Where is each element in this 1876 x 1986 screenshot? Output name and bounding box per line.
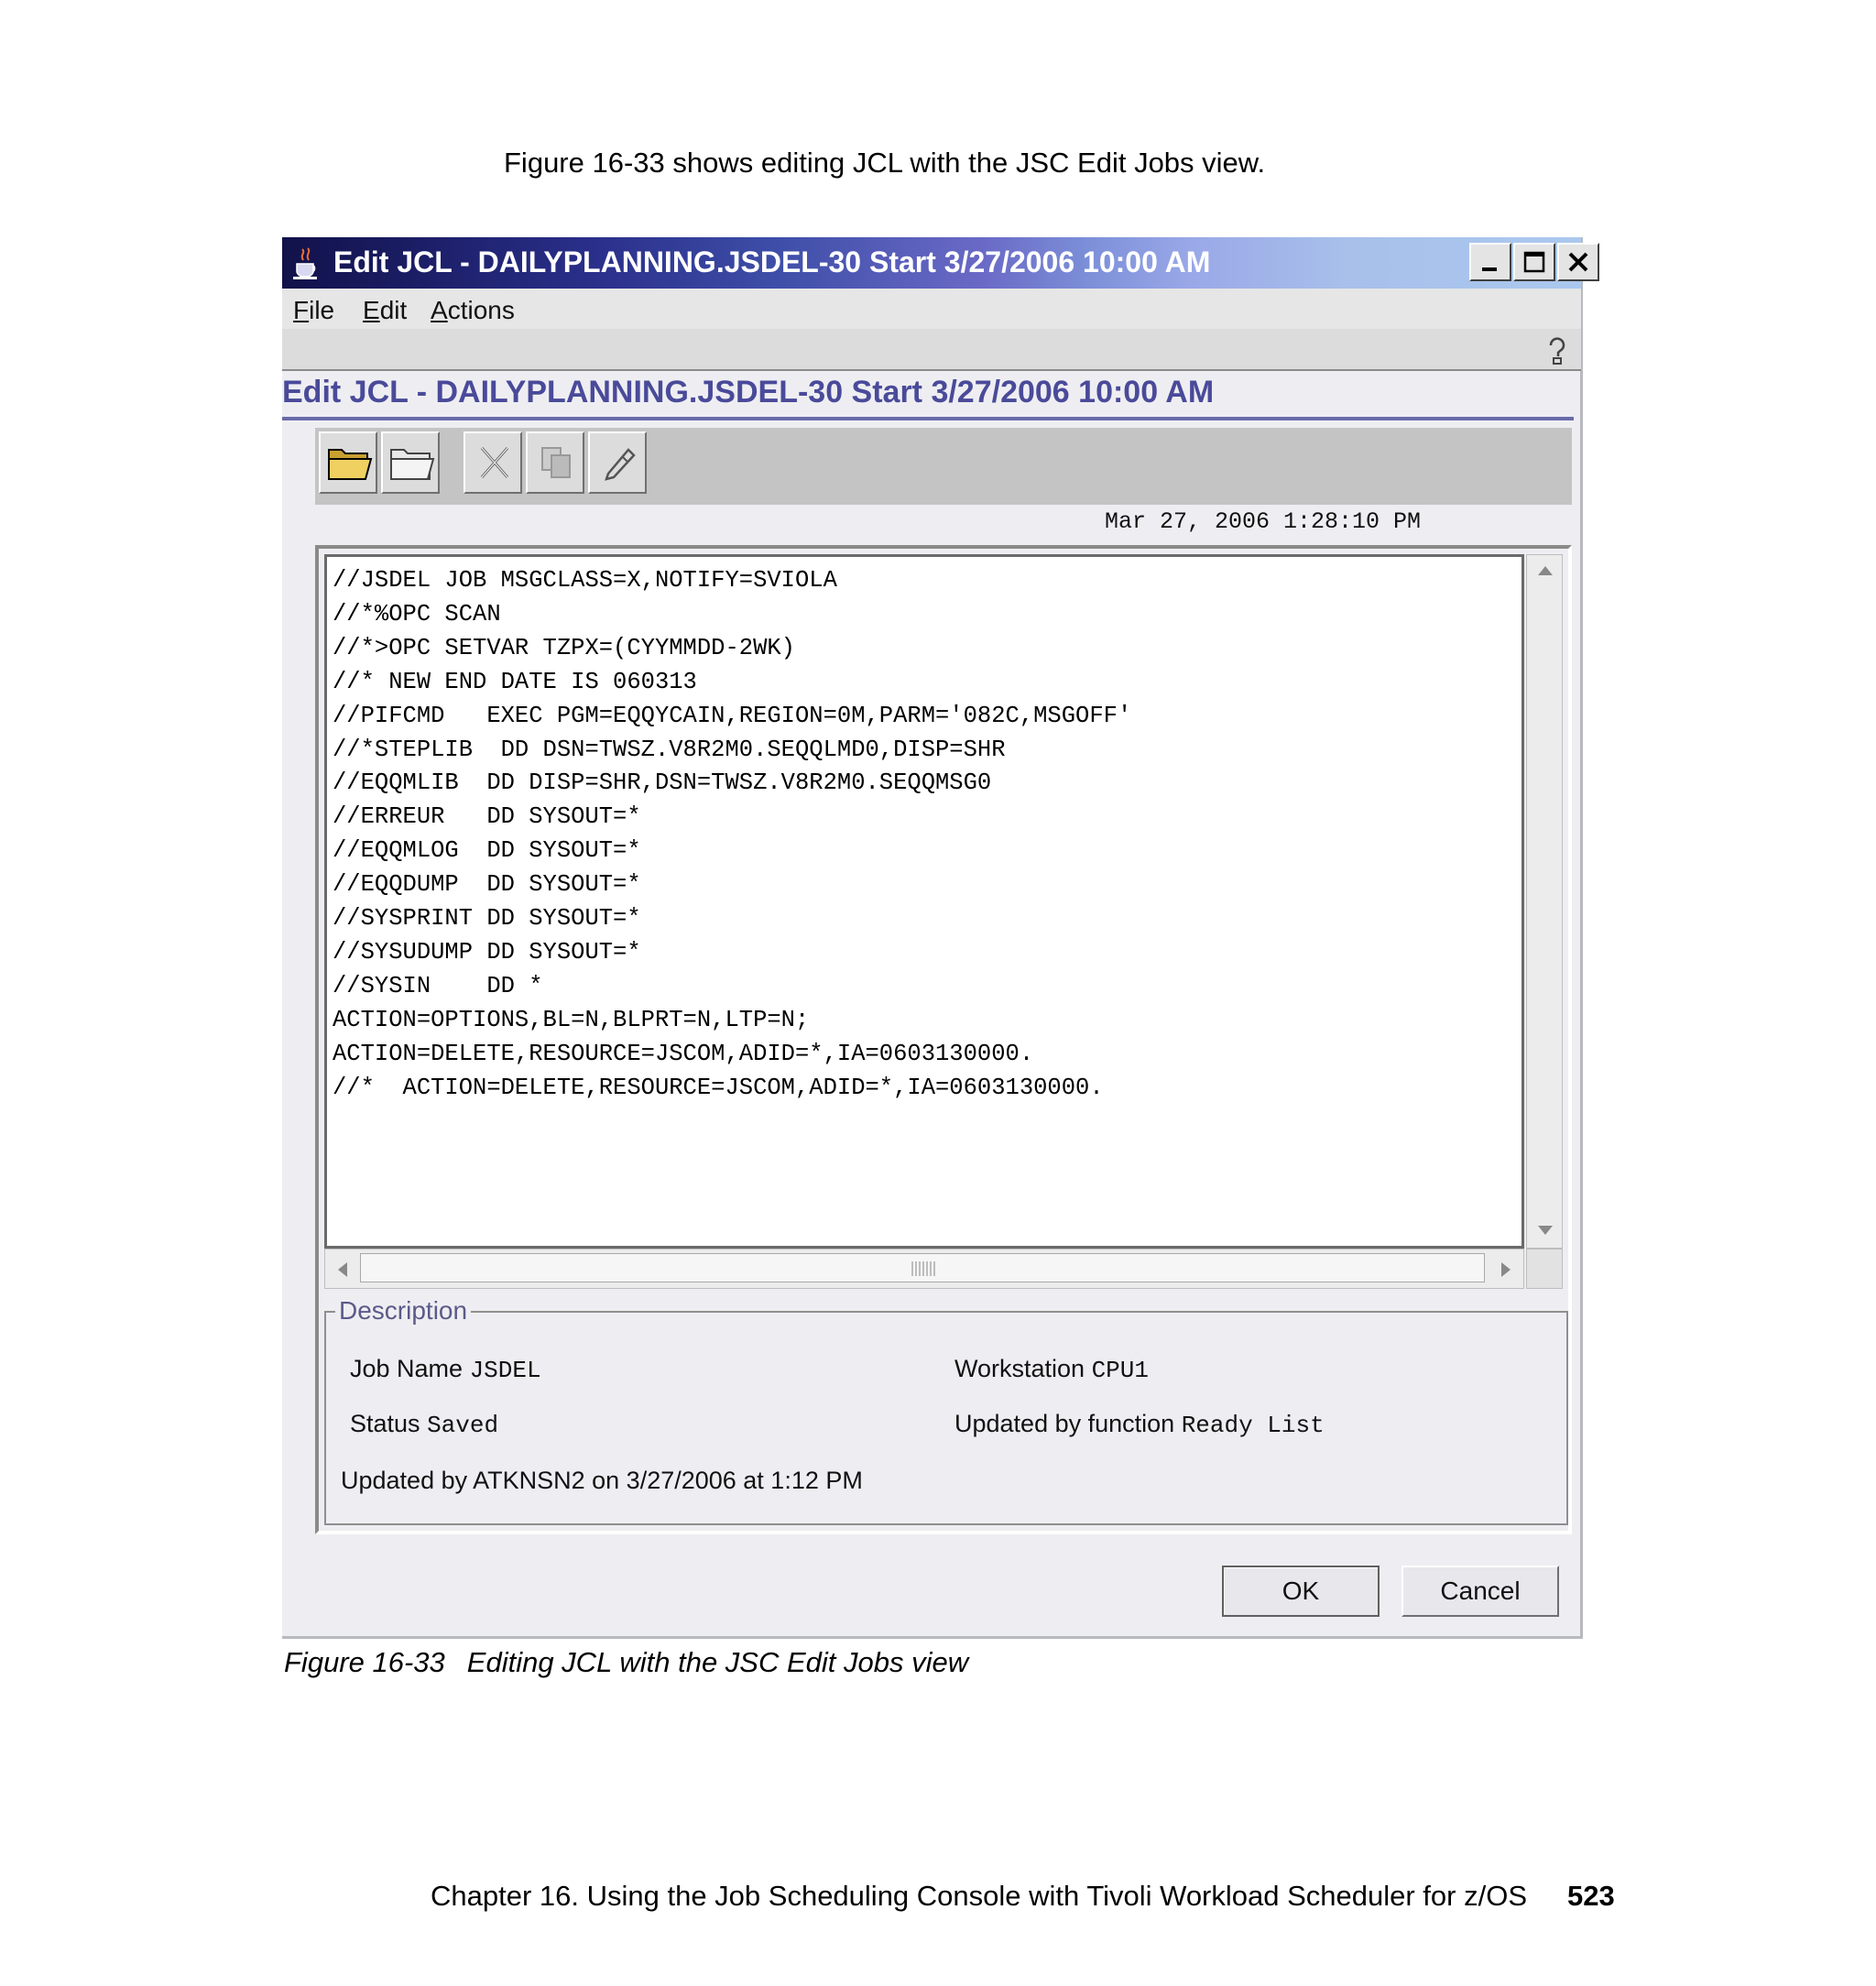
code-line: //EQQMLIB DD DISP=SHR,DSN=TWSZ.V8R2M0.SE… <box>333 769 992 797</box>
page-footer: Chapter 16. Using the Job Scheduling Con… <box>431 1880 1615 1913</box>
code-line: //SYSIN DD * <box>333 972 543 999</box>
menu-edit-mnemonic: E <box>363 296 380 324</box>
menu-actions[interactable]: Actions <box>431 296 515 325</box>
code-line: //SYSPRINT DD SYSOUT=* <box>333 905 641 933</box>
caption-label: Figure 16-33 <box>284 1646 445 1678</box>
copy-button[interactable] <box>526 431 584 494</box>
minimize-button[interactable] <box>1469 243 1511 281</box>
status-field: Status Saved <box>350 1410 498 1439</box>
scroll-left-icon[interactable] <box>336 1260 349 1279</box>
folder-icon <box>390 449 435 480</box>
status-label: Status <box>350 1410 420 1437</box>
job-name-label: Job Name <box>350 1355 464 1382</box>
vertical-scrollbar[interactable] <box>1526 554 1563 1249</box>
code-line: //EQQDUMP DD SYSOUT=* <box>333 871 641 899</box>
jcl-code[interactable]: //JSDEL JOB MSGCLASS=X,NOTIFY=SVIOLA //*%… <box>333 564 1131 1106</box>
open-folder-button[interactable] <box>319 431 377 494</box>
code-line: //*>OPC SETVAR TZPX=(CYYMMDD-2WK) <box>333 634 795 661</box>
code-line: //PIFCMD EXEC PGM=EQQYCAIN,REGION=0M,PAR… <box>333 702 1132 729</box>
code-line: //JSDEL JOB MSGCLASS=X,NOTIFY=SVIOLA <box>333 567 837 594</box>
java-cup-icon <box>293 247 317 279</box>
maximize-button[interactable] <box>1513 243 1555 281</box>
cancel-button[interactable]: Cancel <box>1402 1566 1559 1617</box>
workstation-label: Workstation <box>954 1355 1085 1382</box>
edit-icon <box>605 448 636 481</box>
horizontal-scrollbar[interactable] <box>324 1249 1524 1289</box>
menu-actions-label: ctions <box>447 296 515 324</box>
scroll-corner <box>1526 1249 1563 1289</box>
menu-file-mnemonic: F <box>293 296 310 324</box>
panel-title: Edit JCL - DAILYPLANNING.JSDEL-30 Start … <box>282 375 1215 409</box>
horizontal-scroll-thumb[interactable] <box>360 1253 1485 1282</box>
close-button[interactable] <box>1557 243 1599 281</box>
maximize-icon <box>1523 251 1545 273</box>
delete-icon <box>480 447 509 478</box>
menu-file-label: ile <box>309 296 335 324</box>
code-line: ACTION=OPTIONS,BL=N,BLPRT=N,LTP=N; <box>333 1006 810 1033</box>
menu-actions-mnemonic: A <box>431 296 448 324</box>
delete-button[interactable] <box>464 431 522 494</box>
updated-by-function-label: Updated by function <box>954 1410 1175 1437</box>
jcl-editor[interactable]: //JSDEL JOB MSGCLASS=X,NOTIFY=SVIOLA //*%… <box>324 554 1524 1249</box>
code-line: //* NEW END DATE IS 060313 <box>333 668 697 695</box>
edit-button[interactable] <box>588 431 647 494</box>
code-line: //ERREUR DD SYSOUT=* <box>333 803 641 831</box>
window-title: Edit JCL - DAILYPLANNING.JSDEL-30 Start … <box>333 246 1211 278</box>
ok-button[interactable]: OK <box>1222 1566 1380 1617</box>
intro-text: Figure 16-33 shows editing JCL with the … <box>504 147 1266 179</box>
job-name-value: JSDEL <box>469 1357 541 1384</box>
timestamp: Mar 27, 2006 1:28:10 PM <box>1105 508 1422 535</box>
page-number: 523 <box>1567 1880 1615 1912</box>
footer-chapter-text: Chapter 16. Using the Job Scheduling Con… <box>431 1880 1527 1912</box>
updated-by-function-value: Ready List <box>1181 1412 1325 1439</box>
code-line: //EQQMLOG DD SYSOUT=* <box>333 837 641 865</box>
scroll-down-icon[interactable] <box>1536 1224 1554 1237</box>
code-line: //* ACTION=DELETE,RESOURCE=JSCOM,ADID=*,… <box>333 1074 1104 1101</box>
scroll-up-icon[interactable] <box>1536 564 1554 577</box>
workstation-value: CPU1 <box>1091 1357 1149 1384</box>
code-line: //SYSUDUMP DD SYSOUT=* <box>333 938 641 966</box>
updated-by-text: Updated by ATKNSN2 on 3/27/2006 at 1:12 … <box>341 1467 863 1494</box>
help-strip <box>282 329 1581 371</box>
code-line: //*%OPC SCAN <box>333 600 501 627</box>
code-line: //*STEPLIB DD DSN=TWSZ.V8R2M0.SEQQLMD0,D… <box>333 736 1006 763</box>
title-bar[interactable]: Edit JCL - DAILYPLANNING.JSDEL-30 Start … <box>282 237 1599 289</box>
status-value: Saved <box>427 1412 499 1439</box>
folder-button[interactable] <box>381 431 440 494</box>
description-legend: Description <box>335 1296 472 1326</box>
caption-text: Editing JCL with the JSC Edit Jobs view <box>466 1646 969 1678</box>
menu-edit-label: dit <box>379 296 408 324</box>
grip-icon <box>911 1261 935 1276</box>
job-name-field: Job Name JSDEL <box>350 1355 541 1384</box>
updated-by-function-field: Updated by function Ready List <box>954 1410 1325 1439</box>
figure-caption: Figure 16-33 Editing JCL with the JSC Edi… <box>284 1646 990 1679</box>
minimize-icon <box>1482 267 1497 271</box>
menu-file[interactable]: File <box>293 296 334 325</box>
copy-icon <box>541 447 571 478</box>
panel-title-rule <box>282 417 1574 420</box>
edit-jcl-window: Edit JCL - DAILYPLANNING.JSDEL-30 Start … <box>282 237 1599 1639</box>
close-icon <box>1568 252 1588 272</box>
menu-edit[interactable]: Edit <box>363 296 407 325</box>
workstation-field: Workstation CPU1 <box>954 1355 1149 1384</box>
help-icon[interactable] <box>1544 336 1570 366</box>
code-line: ACTION=DELETE,RESOURCE=JSCOM,ADID=*,IA=0… <box>333 1040 1034 1067</box>
open-folder-icon <box>328 449 373 480</box>
scroll-right-icon[interactable] <box>1500 1260 1512 1279</box>
